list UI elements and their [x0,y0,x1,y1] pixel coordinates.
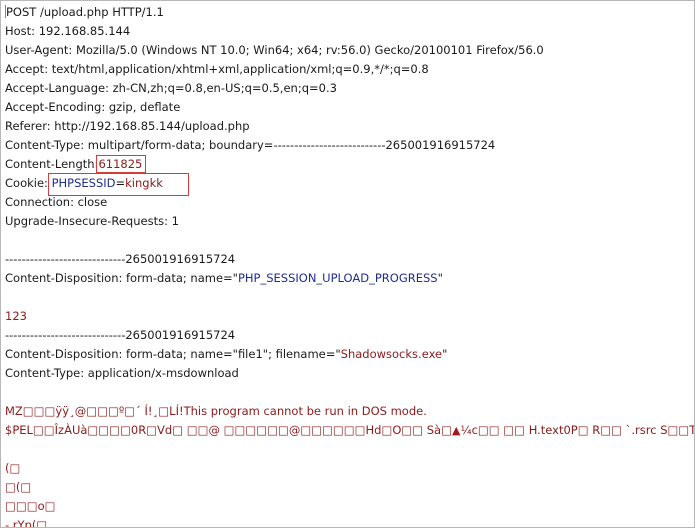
content-disposition-1: Content-Disposition: form-data; name="PH… [5,269,443,288]
disposition-2-suffix: " [442,347,448,361]
disposition-2-prefix: Content-Disposition: form-data; name="fi… [5,347,341,361]
user-agent-header: User-Agent: Mozilla/5.0 (Windows NT 10.0… [5,43,544,57]
binary-line-6: - rYp(□ [5,518,48,528]
content-type-header: Content-Type: multipart/form-data; bound… [5,138,496,152]
request-line: POST /upload.php HTTP/1.1 [5,3,164,22]
binary-line-4: □(□ [5,480,32,494]
upgrade-header: Upgrade-Insecure-Requests: 1 [5,214,179,228]
binary-line-2: $PEL□□ÎzÀUà□□□□0R□Vd□ □□@ □□□□□□@□□□□□□H… [5,421,695,440]
cookie-value: kingkk [125,176,163,190]
disposition-1-name: PHP_SESSION_UPLOAD_PROGRESS [237,271,438,285]
referer-header: Referer: http://192.168.85.144/upload.ph… [5,119,250,133]
content-length-value: 611825 [98,157,143,171]
disposition-1-prefix: Content-Disposition: form-data; name=" [5,271,238,285]
accept-language-header: Accept-Language: zh-CN,zh;q=0.8,en-US;q=… [5,81,337,95]
cookie-equals: = [115,176,126,190]
upload-progress-value: 123 [5,309,27,323]
content-length-header: Content-Length:611825 [5,155,142,174]
binary-line-1: MZ□□□ÿÿ¸@□□□º□´ Í!¸□LÍ!This program cann… [5,404,427,418]
binary-line-3: (□ [5,461,21,475]
disposition-1-suffix: " [437,271,443,285]
cookie-name: Cookie: [5,176,48,190]
binary-line-2a: $PEL□□ÎzÀUà□□□□0R□Vd□ □□@ □□□□□□@□□□□□□H… [5,423,452,437]
host-header: Host: 192.168.85.144 [5,24,131,38]
accept-header: Accept: text/html,application/xhtml+xml,… [5,62,429,76]
disposition-2-filename: Shadowsocks.exe [340,347,443,361]
boundary-line-1: -----------------------------26500191691… [5,252,236,266]
content-type-2: Content-Type: application/x-msdownload [5,366,239,380]
connection-header: Connection: close [5,195,108,209]
content-disposition-2: Content-Disposition: form-data; name="fi… [5,345,447,364]
http-request-viewer[interactable]: POST /upload.php HTTP/1.1 Host: 192.168.… [0,0,695,528]
binary-line-2b: ¼c□□ □□ H.text0P□ R□□ `.rsrc S□□T [460,423,695,437]
boundary-line-2: -----------------------------26500191691… [5,328,236,342]
accept-encoding-header: Accept-Encoding: gzip, deflate [5,100,181,114]
cookie-header: Cookie: PHPSESSID=kingkk [5,174,163,193]
binary-line-5: □□□o□ [5,499,56,513]
cookie-key: PHPSESSID [51,176,116,190]
request-line-text: POST /upload.php HTTP/1.1 [6,5,164,19]
content-length-name: Content-Length: [5,157,99,171]
